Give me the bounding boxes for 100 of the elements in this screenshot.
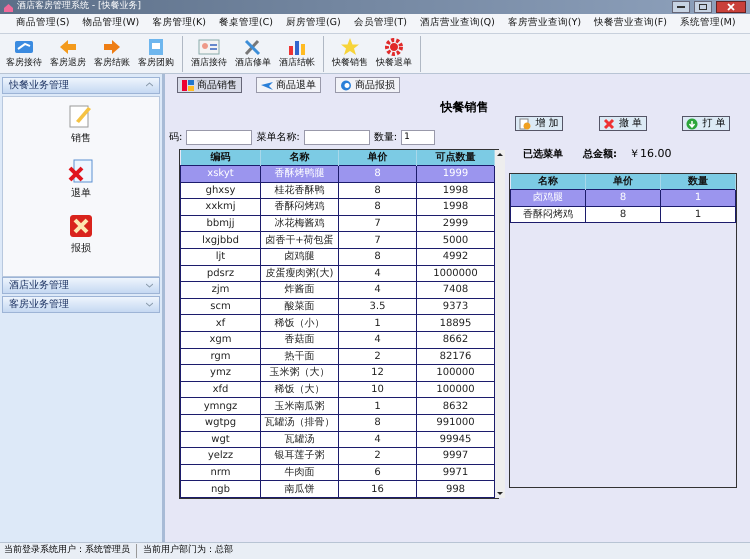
- table-cell: 8662: [416, 331, 494, 348]
- table-cell: 12: [338, 364, 416, 382]
- table-cell: 1999: [416, 166, 494, 182]
- table-cell: 7: [338, 232, 416, 248]
- table-cell: 南瓜饼: [260, 480, 338, 498]
- field-label: 码:: [169, 130, 182, 144]
- input-field[interactable]: [186, 130, 252, 144]
- gear-icon: [383, 36, 405, 57]
- table-row[interactable]: ymz 玉米粥（大） 12 100000: [180, 364, 494, 382]
- toolbar-button[interactable]: 快餐销售: [328, 36, 372, 72]
- toolbar-button[interactable]: 酒店结帐: [275, 36, 319, 72]
- sidebar-item[interactable]: 退单: [68, 158, 94, 201]
- table-row[interactable]: lxgjbbd 卤香干+荷包蛋 7 5000: [180, 232, 494, 248]
- table-row[interactable]: wgt 瓦罐汤 4 99945: [180, 431, 494, 448]
- menu-item[interactable]: 会员管理(T): [354, 16, 407, 31]
- toolbar-button[interactable]: 客房结账: [90, 36, 134, 72]
- table-row[interactable]: ljt 卤鸡腿 8 4992: [180, 248, 494, 266]
- sidebar-item[interactable]: 报损: [68, 213, 94, 256]
- table-cell: 香酥烤鸭腿: [260, 166, 338, 182]
- tab[interactable]: 商品销售: [177, 77, 242, 93]
- table-cell: 8: [586, 190, 660, 206]
- menu-item[interactable]: 快餐营业查询(F): [594, 16, 667, 31]
- menu-item[interactable]: 酒店营业查询(Q): [420, 16, 495, 31]
- star-icon: [339, 36, 361, 57]
- toolbar-button[interactable]: 客房团购: [134, 36, 178, 72]
- table-row[interactable]: ymngz 玉米南瓜粥 1 8632: [180, 398, 494, 414]
- minimize-button[interactable]: [672, 1, 690, 13]
- table-row[interactable]: nrm 牛肉面 6 9971: [180, 464, 494, 481]
- table-cell: 银耳莲子粥: [260, 448, 338, 464]
- table-cell: xskyt: [180, 166, 260, 182]
- table-row[interactable]: yelzz 银耳莲子粥 2 9997: [180, 448, 494, 464]
- table-row[interactable]: zjm 炸酱面 4 7408: [180, 282, 494, 298]
- id-card-icon: [198, 36, 220, 57]
- menu-item[interactable]: 系统管理(M): [680, 16, 736, 31]
- table-row[interactable]: rgm 热干面 2 82176: [180, 348, 494, 365]
- table-cell: xf: [180, 314, 260, 332]
- table-row[interactable]: xgm 香菇面 4 8662: [180, 331, 494, 348]
- table-row[interactable]: ghxsy 桂花香酥鸭 8 1998: [180, 182, 494, 199]
- scrollbar[interactable]: [495, 150, 505, 498]
- toolbar-button[interactable]: 快餐退单: [372, 36, 416, 72]
- action-button[interactable]: 撤 单: [598, 116, 646, 131]
- section-header[interactable]: 酒店业务管理: [2, 277, 160, 294]
- table-cell: ymngz: [180, 398, 260, 414]
- action-button[interactable]: 打 单: [682, 116, 730, 131]
- table-row[interactable]: xf 稀饭（小） 1 18895: [180, 314, 494, 332]
- column-header: 数量: [660, 174, 736, 190]
- table-cell: ljt: [180, 248, 260, 266]
- delete-document-icon: [68, 158, 94, 184]
- table-cell: 卤鸡腿: [510, 190, 586, 206]
- field-label: 菜单名称:: [256, 130, 300, 144]
- tab[interactable]: 商品退单: [256, 77, 321, 93]
- field-label: 数量:: [374, 130, 398, 144]
- column-header: 单价: [586, 174, 660, 190]
- close-box-icon: [68, 213, 94, 239]
- tab[interactable]: 商品报损: [335, 77, 400, 93]
- circle-icon: [340, 80, 352, 90]
- menu-item[interactable]: 客房营业查询(Y): [508, 16, 582, 31]
- menu-item[interactable]: 厨房管理(G): [286, 16, 341, 31]
- expand-icon: [146, 301, 153, 308]
- menu-item[interactable]: 餐桌管理(C): [218, 16, 273, 31]
- table-row[interactable]: xfd 稀饭（大） 10 100000: [180, 381, 494, 398]
- action-button[interactable]: 增 加: [515, 116, 563, 131]
- table-row[interactable]: bbmjj 冰花梅酱鸡 7 2999: [180, 215, 494, 232]
- table-cell: 玉米粥（大）: [260, 364, 338, 382]
- table-cell: 4: [338, 331, 416, 348]
- input-field[interactable]: 1: [401, 130, 436, 144]
- table-row[interactable]: 香酥闷烤鸡 8 1: [510, 206, 736, 223]
- table-row[interactable]: pdsrz 皮蛋瘦肉粥(大) 4 1000000: [180, 265, 494, 282]
- table-cell: 998: [416, 480, 494, 498]
- table-cell: 1: [660, 206, 736, 223]
- table-row[interactable]: ngb 南瓜饼 16 998: [180, 480, 494, 498]
- table-cell: 1: [660, 190, 736, 206]
- table-cell: ymz: [180, 364, 260, 382]
- table-row[interactable]: scm 酸菜面 3.5 9373: [180, 298, 494, 315]
- toolbar-button[interactable]: 客房退房: [46, 36, 90, 72]
- column-header: 名称: [510, 174, 586, 190]
- maximize-button[interactable]: [694, 1, 712, 13]
- table-cell: 卤香干+荷包蛋: [260, 232, 338, 248]
- table-cell: 100000: [416, 364, 494, 382]
- close-button[interactable]: [716, 1, 746, 13]
- sidebar-item[interactable]: 销售: [68, 103, 94, 146]
- table-row[interactable]: wgtpg 瓦罐汤（排骨） 8 991000: [180, 414, 494, 431]
- table-row[interactable]: xxkmj 香酥闷烤鸡 8 1998: [180, 198, 494, 216]
- section-header[interactable]: 客房业务管理: [2, 296, 160, 313]
- collapse-icon: [146, 82, 153, 89]
- page-title: 快餐销售: [439, 99, 490, 116]
- toolbar-button[interactable]: 酒店接待: [187, 36, 231, 72]
- input-field[interactable]: [304, 130, 370, 144]
- table-cell: xgm: [180, 331, 260, 348]
- table-cell: 玉米南瓜粥: [260, 398, 338, 414]
- menu-item[interactable]: 客房管理(K): [152, 16, 206, 31]
- toolbar-button[interactable]: 酒店修单: [231, 36, 275, 72]
- table-cell: 瓦罐汤（排骨）: [260, 414, 338, 431]
- table-cell: lxgjbbd: [180, 232, 260, 248]
- add-document-icon: [519, 118, 532, 130]
- toolbar-button[interactable]: 客房接待: [2, 36, 46, 72]
- section-header[interactable]: 快餐业务管理: [2, 77, 160, 94]
- table-cell: 炸酱面: [260, 282, 338, 298]
- menu-item[interactable]: 物品管理(W): [82, 16, 140, 31]
- menu-item[interactable]: 商品管理(S): [16, 16, 70, 31]
